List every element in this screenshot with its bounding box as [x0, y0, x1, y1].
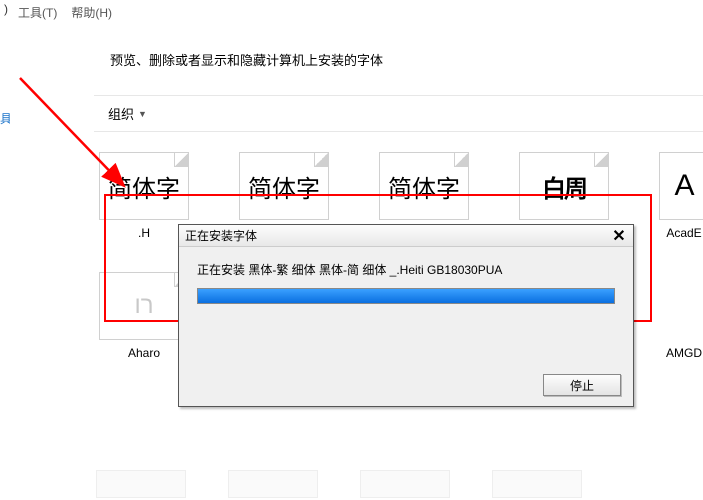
toolbar: 组织 ▼ [94, 95, 703, 132]
placeholder-tile [492, 470, 582, 498]
close-icon: ✕ [612, 226, 625, 246]
font-label: AcadE [666, 226, 701, 242]
font-preview: 简体字 [239, 152, 329, 220]
font-label: .H [138, 226, 150, 242]
menu-paren: ) [4, 2, 8, 23]
placeholder-tile [228, 470, 318, 498]
menu-tools[interactable]: 工具(T) [14, 2, 61, 23]
font-preview: רו [99, 272, 189, 340]
faded-tiles [96, 470, 582, 498]
font-preview: 简体字 [99, 152, 189, 220]
dialog-titlebar[interactable]: 正在安装字体 ✕ [179, 225, 633, 247]
progress-fill [198, 289, 614, 303]
font-preview: A [659, 152, 703, 220]
font-tile[interactable]: A AcadE [654, 152, 703, 242]
dialog-title: 正在安装字体 [185, 227, 257, 244]
organize-label: 组织 [108, 104, 134, 123]
stop-label: 停止 [570, 377, 594, 394]
font-preview: 白周 [519, 152, 609, 220]
font-tile[interactable]: AMGD [654, 272, 703, 362]
page-description: 预览、删除或者显示和隐藏计算机上安装的字体 [110, 50, 703, 69]
leftpane-fragment: 具 [0, 110, 10, 130]
menu-help[interactable]: 帮助(H) [67, 2, 116, 23]
dialog-body: 正在安装 黑体-繁 细体 黑体-简 细体 _.Heiti GB18030PUA [179, 247, 633, 374]
stop-button[interactable]: 停止 [543, 374, 621, 396]
organize-button[interactable]: 组织 ▼ [104, 102, 151, 125]
dialog-message: 正在安装 黑体-繁 细体 黑体-简 细体 _.Heiti GB18030PUA [197, 261, 615, 278]
placeholder-tile [360, 470, 450, 498]
placeholder-tile [96, 470, 186, 498]
close-button[interactable]: ✕ [605, 225, 633, 247]
menu-bar: ) 工具(T) 帮助(H) [0, 0, 703, 25]
chevron-down-icon: ▼ [138, 109, 147, 119]
progress-bar [197, 288, 615, 304]
font-label: Aharo [128, 346, 160, 362]
dialog-actions: 停止 [179, 374, 633, 406]
install-font-dialog: 正在安装字体 ✕ 正在安装 黑体-繁 细体 黑体-简 细体 _.Heiti GB… [178, 224, 634, 407]
font-preview: 简体字 [379, 152, 469, 220]
font-label: AMGD [666, 346, 702, 362]
